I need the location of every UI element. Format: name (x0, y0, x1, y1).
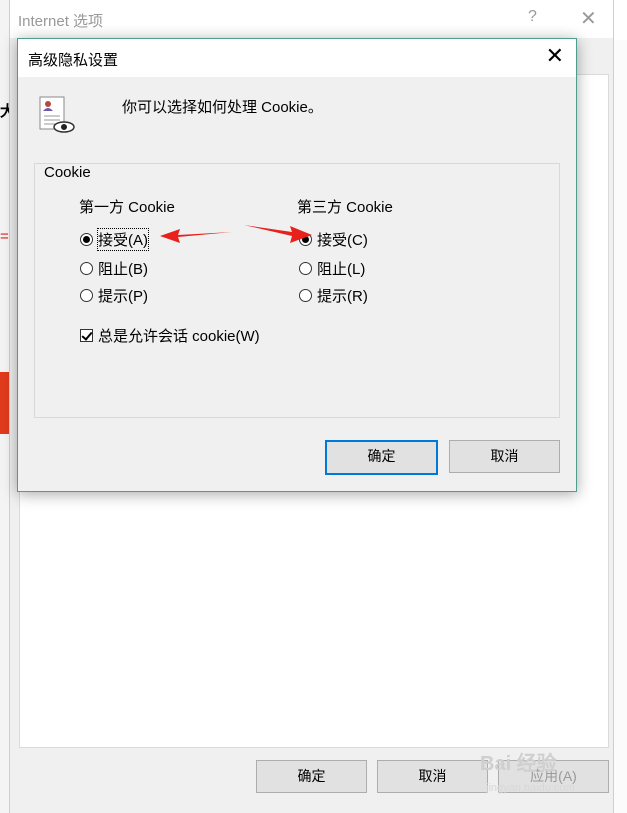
advanced-privacy-dialog: 高级隐私设置 ✕ 你可以选择如何处理 Cookie。 Cookie 第一方 Co… (17, 38, 577, 492)
privacy-document-icon (39, 96, 75, 133)
background-fragment: = (0, 228, 9, 245)
red-arrow-left-icon (160, 229, 232, 243)
outer-dialog-title: Internet 选项 (18, 13, 104, 30)
radio-indicator[interactable] (80, 289, 93, 302)
radio-label: 接受(C) (317, 232, 368, 249)
cookie-group-label: Cookie (42, 164, 93, 181)
outer-titlebar: Internet 选项 ? ✕ (10, 0, 613, 38)
radio-label: 提示(P) (98, 288, 148, 305)
radio-label: 提示(R) (317, 288, 368, 305)
red-arrow-right-icon (244, 225, 312, 243)
checkbox-label: 总是允许会话 cookie(W) (98, 328, 260, 345)
third-party-block-radio[interactable]: 阻止(L) (299, 258, 365, 279)
modal-title: 高级隐私设置 (28, 52, 119, 69)
first-party-accept-radio[interactable]: 接受(A) (80, 228, 149, 251)
third-party-prompt-radio[interactable]: 提示(R) (299, 285, 368, 306)
baidu-watermark: Bai 经验 (480, 753, 557, 775)
third-party-heading: 第三方 Cookie (297, 199, 393, 216)
radio-label: 阻止(B) (98, 261, 148, 278)
first-party-block-radio[interactable]: 阻止(B) (80, 258, 148, 279)
first-party-heading: 第一方 Cookie (79, 199, 175, 216)
first-party-prompt-radio[interactable]: 提示(P) (80, 285, 148, 306)
radio-indicator[interactable] (80, 262, 93, 275)
help-icon[interactable]: ? (528, 8, 537, 26)
modal-titlebar: 高级隐私设置 ✕ (18, 39, 576, 77)
modal-ok-button[interactable]: 确定 (325, 440, 438, 475)
radio-indicator[interactable] (80, 233, 93, 246)
radio-indicator[interactable] (299, 289, 312, 302)
radio-indicator[interactable] (299, 262, 312, 275)
modal-description: 你可以选择如何处理 Cookie。 (122, 99, 323, 116)
session-cookie-checkbox[interactable]: 总是允许会话 cookie(W) (80, 325, 260, 346)
outer-cancel-button[interactable]: 取消 (377, 760, 488, 793)
checkbox-indicator[interactable] (80, 329, 93, 342)
modal-cancel-button[interactable]: 取消 (449, 440, 560, 473)
outer-ok-button[interactable]: 确定 (256, 760, 367, 793)
radio-label: 接受(A) (97, 228, 149, 251)
background-page-right (613, 40, 627, 813)
background-banner (0, 372, 9, 434)
modal-close-icon[interactable]: ✕ (546, 43, 564, 69)
outer-close-icon[interactable]: ✕ (580, 6, 597, 31)
radio-label: 阻止(L) (317, 261, 366, 278)
baidu-watermark-url: jingyan.baidu.com (486, 782, 575, 794)
